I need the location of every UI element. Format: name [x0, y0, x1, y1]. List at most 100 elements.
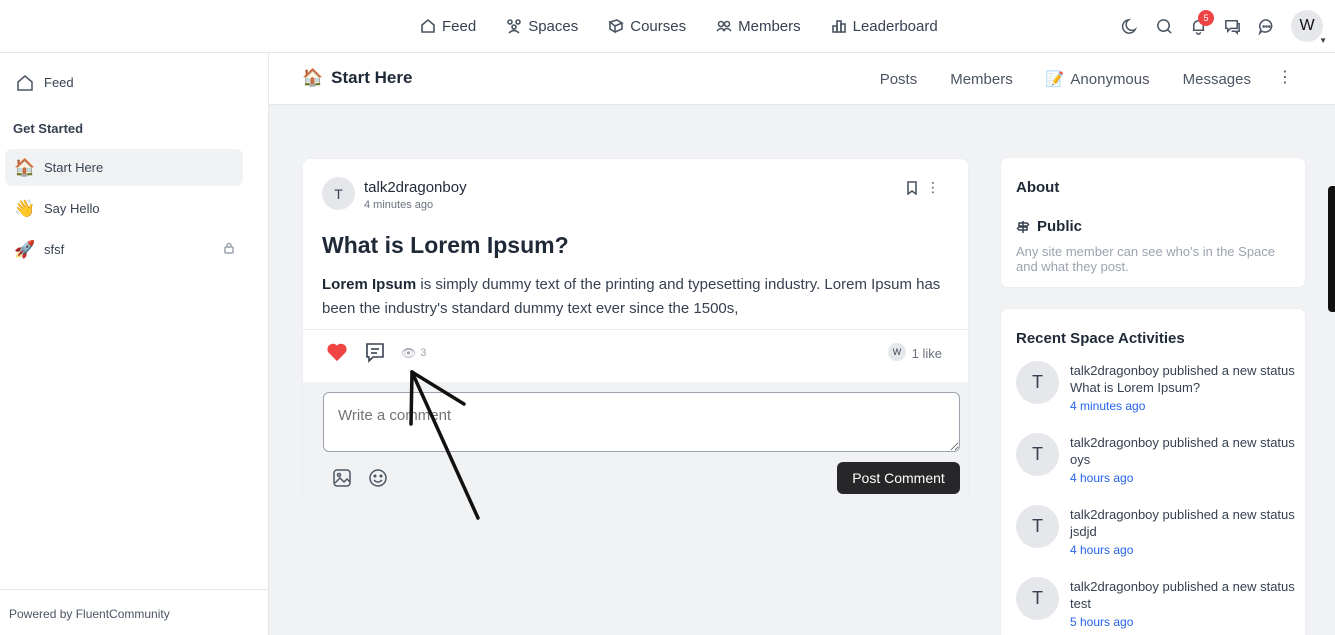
tab-posts[interactable]: Posts: [880, 71, 918, 88]
post-body-bold: Lorem Ipsum: [322, 276, 417, 293]
dark-mode-toggle[interactable]: [1113, 9, 1147, 43]
space-title: 🏠 Start Here: [302, 68, 412, 88]
post-author[interactable]: talk2dragonboy: [364, 179, 467, 196]
avatar: T: [1016, 361, 1059, 404]
post-body: Lorem Ipsum is simply dummy text of the …: [322, 273, 942, 321]
waving-hand-emoji-icon: 👋: [14, 198, 36, 218]
recent-activities-card: Recent Space Activities T talk2dragonboy…: [1000, 308, 1306, 635]
sidebar-item-say-hello[interactable]: 👋 Say Hello: [5, 190, 243, 227]
privacy-label: Public: [1037, 218, 1083, 235]
about-title: About: [1016, 179, 1060, 196]
activity-text: talk2dragonboy published a new status Wh…: [1070, 363, 1295, 395]
tab-anonymous-label: Anonymous: [1070, 70, 1150, 88]
sidebar-item-label: Start Here: [44, 160, 104, 175]
comment-icon[interactable]: [364, 341, 386, 368]
nav-feed[interactable]: Feed: [420, 18, 476, 35]
nav-spaces[interactable]: Spaces: [506, 18, 578, 35]
list-item[interactable]: T talk2dragonboy published a new status …: [1016, 361, 1301, 423]
avatar: T: [1016, 433, 1059, 476]
post-actions-bar: 👁 3 W 1 like: [303, 329, 968, 382]
nav-spaces-label: Spaces: [528, 17, 579, 35]
post-title: What is Lorem Ipsum?: [322, 232, 569, 258]
message-bubble-icon: [1257, 18, 1272, 36]
notifications-button[interactable]: 5: [1181, 9, 1215, 43]
courses-icon: [608, 19, 625, 34]
nav-members[interactable]: Members: [716, 18, 801, 35]
feedback-side-tab[interactable]: [1328, 186, 1335, 312]
activity-text: talk2dragonboy published a new status te…: [1070, 579, 1295, 611]
sidebar-item-label: Feed: [44, 75, 74, 90]
house-emoji-icon: 🏠: [14, 157, 36, 177]
notification-badge: 5: [1198, 10, 1214, 26]
tab-anonymous[interactable]: 📝 Anonymous: [1045, 70, 1150, 89]
tab-messages[interactable]: Messages: [1183, 71, 1251, 88]
more-options-icon[interactable]: ⋮: [1277, 70, 1293, 86]
top-icon-group: 5 W ▼: [1113, 0, 1335, 52]
lock-icon: [223, 242, 235, 257]
post-timestamp[interactable]: 4 minutes ago: [364, 199, 433, 211]
avatar: T: [1016, 505, 1059, 548]
user-avatar-initial: W: [1299, 17, 1315, 34]
bookmark-icon[interactable]: [905, 181, 919, 200]
nav-leaderboard-label: Leaderboard: [852, 17, 938, 35]
activity-time[interactable]: 5 hours ago: [1070, 615, 1133, 629]
activity-time[interactable]: 4 hours ago: [1070, 543, 1133, 557]
heart-icon[interactable]: [326, 342, 348, 362]
sidebar-item-label: Say Hello: [44, 201, 100, 216]
messages-button[interactable]: [1249, 9, 1283, 43]
signpost-icon: [1016, 220, 1030, 233]
nav-feed-label: Feed: [442, 17, 477, 35]
chevron-down-icon: ▼: [1319, 36, 1327, 45]
privacy-status: Public: [1016, 218, 1082, 235]
tab-members[interactable]: Members: [950, 71, 1013, 88]
user-avatar-menu[interactable]: W ▼: [1291, 10, 1327, 45]
list-item[interactable]: T talk2dragonboy published a new status …: [1016, 577, 1301, 635]
home-icon: [15, 73, 35, 93]
activities-title: Recent Space Activities: [1016, 330, 1185, 347]
moon-icon: [1121, 18, 1137, 34]
about-description: Any site member can see who's in the Spa…: [1016, 244, 1276, 274]
leaderboard-icon: [831, 20, 846, 33]
memo-emoji-icon: 📝: [1045, 71, 1065, 88]
powered-by-footer: Powered by FluentCommunity: [0, 589, 268, 635]
liker-avatar[interactable]: W: [888, 343, 906, 361]
list-item[interactable]: T talk2dragonboy published a new status …: [1016, 505, 1301, 567]
search-icon: [1156, 18, 1172, 34]
about-card: About Public Any site member can see who…: [1000, 157, 1306, 288]
comment-input[interactable]: [323, 392, 960, 452]
members-icon: [716, 20, 732, 32]
search-button[interactable]: [1147, 9, 1181, 43]
sidebar-item-feed[interactable]: Feed: [5, 64, 243, 101]
like-count[interactable]: 1 like: [912, 346, 942, 361]
nav-courses-label: Courses: [630, 17, 687, 35]
view-count-value: 3: [420, 347, 427, 359]
space-title-text: Start Here: [331, 68, 413, 87]
view-count: 👁 3: [401, 346, 426, 360]
emoji-picker-icon[interactable]: [368, 468, 388, 493]
activity-time[interactable]: 4 minutes ago: [1070, 399, 1145, 413]
list-item[interactable]: T talk2dragonboy published a new status …: [1016, 433, 1301, 495]
image-upload-icon[interactable]: [332, 468, 352, 493]
main-nav: Feed Spaces Courses Members Leaderboard: [420, 0, 938, 52]
activity-text: talk2dragonboy published a new status oy…: [1070, 435, 1295, 467]
sidebar-item-sfsf[interactable]: 🚀 sfsf: [5, 231, 243, 268]
avatar[interactable]: T: [322, 177, 355, 210]
nav-leaderboard[interactable]: Leaderboard: [831, 18, 938, 35]
avatar: T: [1016, 577, 1059, 620]
nav-members-label: Members: [738, 17, 801, 35]
chat-button[interactable]: [1215, 9, 1249, 43]
eye-icon: 👁: [401, 346, 417, 360]
activity-time[interactable]: 4 hours ago: [1070, 471, 1133, 485]
rocket-emoji-icon: 🚀: [14, 239, 36, 259]
nav-courses[interactable]: Courses: [608, 18, 686, 35]
sidebar-item-start-here[interactable]: 🏠 Start Here: [5, 149, 243, 186]
top-navigation-bar: Feed Spaces Courses Members Leaderboard …: [0, 0, 1335, 53]
sidebar-item-label: sfsf: [44, 242, 65, 257]
space-header: 🏠 Start Here Posts Members 📝 Anonymous M…: [269, 53, 1335, 105]
post-more-options-icon[interactable]: ⋮: [926, 179, 940, 196]
space-tabs: Posts Members 📝 Anonymous Messages: [880, 53, 1251, 105]
post-comment-button[interactable]: Post Comment: [837, 462, 960, 494]
post-card: T talk2dragonboy 4 minutes ago ⋮ What is…: [302, 158, 969, 503]
comment-composer: Post Comment: [303, 382, 968, 502]
sidebar-section-heading: Get Started: [13, 121, 84, 136]
